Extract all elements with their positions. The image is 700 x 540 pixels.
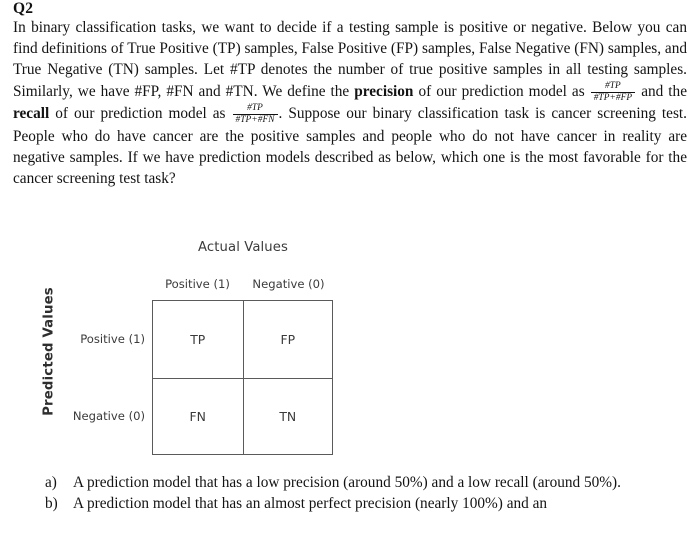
matrix-column-axis-title: Actual Values xyxy=(198,240,288,255)
answer-option-a-marker: a) xyxy=(45,474,57,491)
confusion-matrix-grid: TP FP FN TN xyxy=(152,300,333,455)
confusion-matrix-figure: Actual Values Positive (1) Negative (0) … xyxy=(0,232,700,468)
answer-option-b[interactable]: b) A prediction model that has an almost… xyxy=(13,493,687,514)
answer-option-a[interactable]: a) A prediction model that has a low pre… xyxy=(13,472,687,493)
bold-term-precision: precision xyxy=(354,82,414,100)
answer-option-b-marker: b) xyxy=(45,495,58,513)
precision-formula-denominator: #TP+#FP xyxy=(590,91,636,104)
question-body-paragraph: In binary classification tasks, we want … xyxy=(13,17,687,189)
matrix-column-header-negative: Negative (0) xyxy=(252,277,325,291)
precision-formula-numerator: #TP xyxy=(605,80,621,91)
bold-term-recall: recall xyxy=(13,105,50,123)
recall-formula-numerator: #TP xyxy=(247,103,263,114)
matrix-column-header-positive: Positive (1) xyxy=(165,277,230,291)
question-number-heading: Q2 xyxy=(13,0,34,17)
matrix-row-header-negative: Negative (0) xyxy=(72,409,145,423)
matrix-cell-true-negative: TN xyxy=(242,377,332,454)
matrix-cell-true-positive: TP xyxy=(190,331,206,347)
question-text-segment-2: of our prediction model as xyxy=(413,82,590,100)
matrix-row-axis-title: Predicted Values xyxy=(41,287,57,416)
matrix-cell-false-negative: FN xyxy=(153,377,243,455)
matrix-cell-false-positive: FP xyxy=(242,301,333,378)
answer-option-a-text: A prediction model that has a low precis… xyxy=(73,474,621,491)
question-text-segment-3: and the xyxy=(636,82,687,100)
answer-options-list: a) A prediction model that has a low pre… xyxy=(13,472,687,514)
question-text-segment-4: of our prediction model as xyxy=(49,105,232,123)
matrix-row-header-positive: Positive (1) xyxy=(80,332,145,346)
answer-option-b-text: A prediction model that has an almost pe… xyxy=(73,495,548,513)
precision-formula-fraction: #TP #TP+#FP xyxy=(590,80,636,104)
recall-formula-fraction: #TP #TP+#FN xyxy=(232,103,278,126)
recall-formula-denominator: #TP+#FN xyxy=(232,114,278,126)
